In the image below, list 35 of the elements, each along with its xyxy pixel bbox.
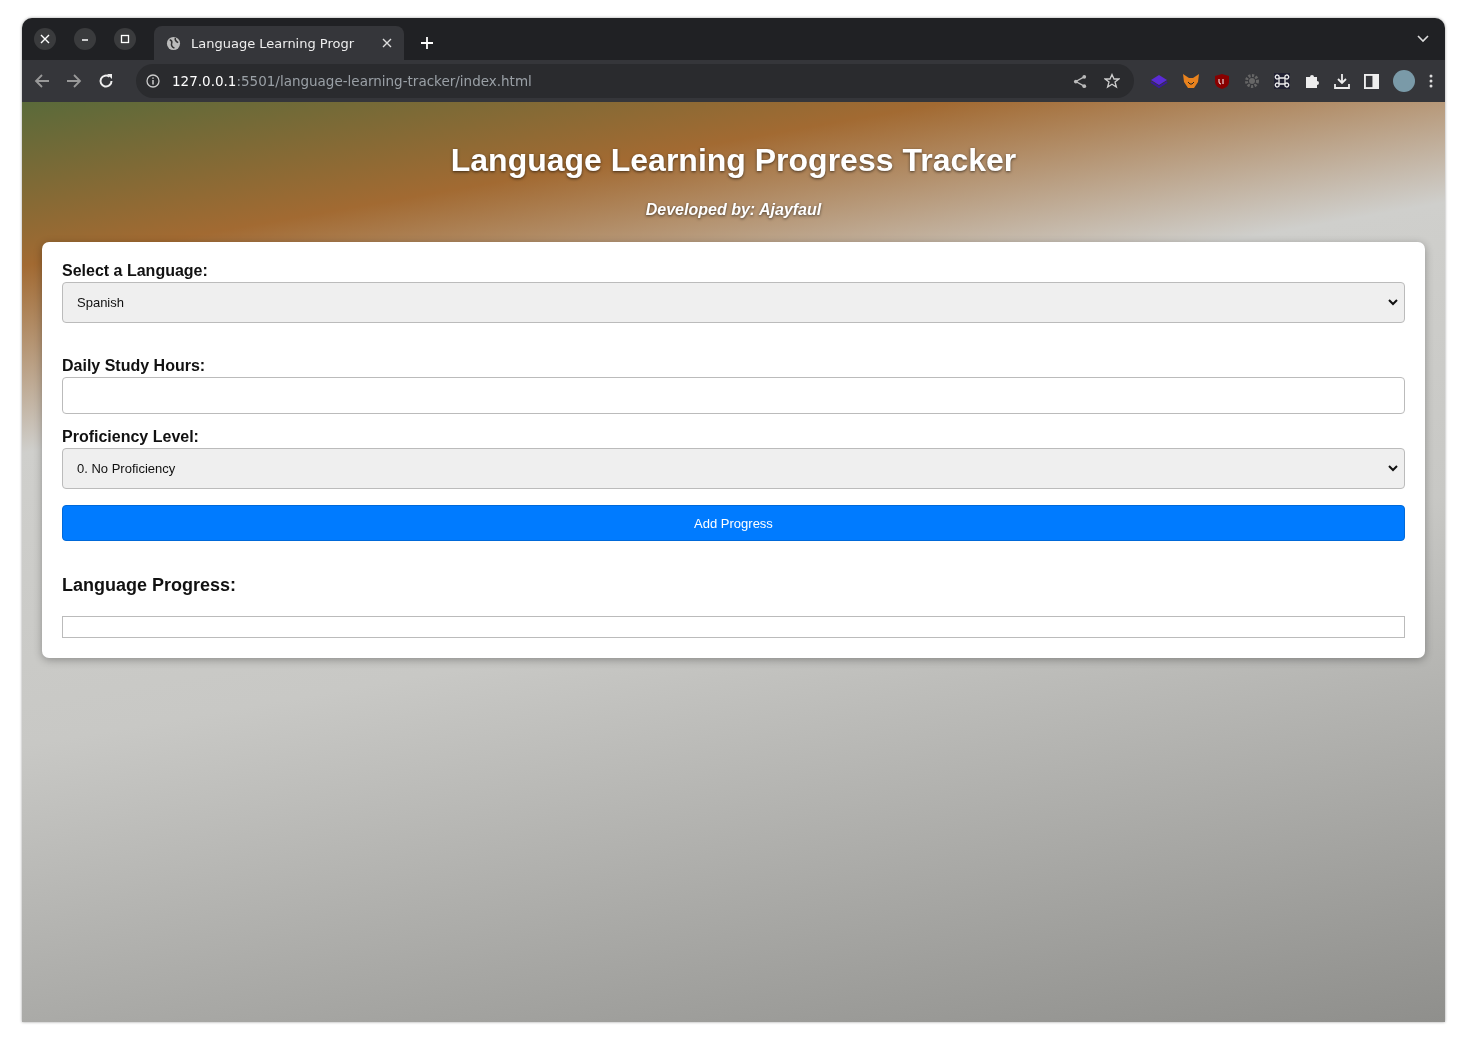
close-window-button[interactable] — [34, 28, 56, 50]
address-url[interactable]: 127.0.0.1:5501/language-learning-tracker/index.html — [172, 73, 532, 89]
reload-icon[interactable] — [98, 73, 114, 89]
dropdown-select[interactable]: Spanish — [62, 282, 1405, 323]
profile-avatar[interactable] — [1393, 70, 1415, 92]
minimize-button[interactable] — [74, 28, 96, 50]
info-icon[interactable] — [146, 74, 160, 88]
hours-input-field[interactable] — [62, 377, 1405, 414]
share-icon[interactable] — [1073, 73, 1088, 89]
browser-tab[interactable]: Language Learning Progr — [154, 26, 404, 60]
globe-icon — [166, 35, 181, 51]
field-label: Select a Language: — [62, 262, 209, 280]
new-tab-icon[interactable] — [420, 36, 434, 50]
close-tab-icon[interactable] — [382, 38, 392, 48]
field-label: Proficiency Level: — [62, 428, 200, 446]
tab-list-chevron-icon[interactable] — [1417, 35, 1429, 43]
maximize-button[interactable] — [114, 28, 136, 50]
star-icon[interactable] — [1104, 73, 1120, 89]
progress-heading: Language Progress: — [62, 575, 238, 596]
command-key-icon[interactable] — [1274, 73, 1290, 89]
shield-extension-icon[interactable] — [1214, 72, 1230, 90]
field-label: Daily Study Hours: — [62, 357, 207, 375]
dropdown-select[interactable]: 0. No Proficiency — [62, 448, 1405, 489]
download-icon[interactable] — [1334, 73, 1350, 89]
add-progress-button[interactable]: Add Progress — [62, 505, 1405, 541]
side-panel-icon[interactable] — [1364, 73, 1379, 89]
forward-arrow-icon[interactable] — [66, 73, 82, 89]
fox-extension-icon[interactable] — [1182, 73, 1200, 89]
page-title: Language Learning Progress Tracker — [449, 142, 1018, 179]
puzzle-piece-icon[interactable] — [1304, 73, 1320, 89]
back-arrow-icon[interactable] — [34, 73, 50, 89]
chevron-down-icon — [1388, 465, 1398, 472]
menu-dots-icon[interactable] — [1429, 74, 1433, 88]
developer-credit: Developed by: Ajayfaul — [644, 201, 823, 219]
chevron-down-icon — [1388, 299, 1398, 306]
